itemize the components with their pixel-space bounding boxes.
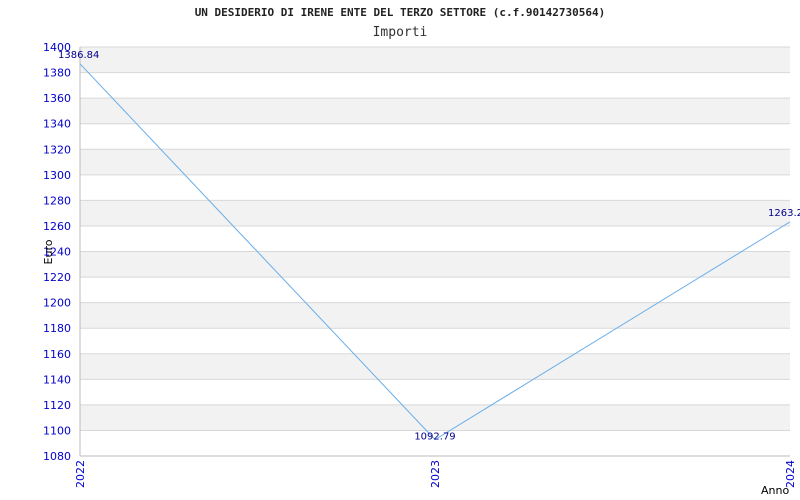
grid-band xyxy=(80,47,790,73)
grid-band xyxy=(80,225,790,252)
grid-band xyxy=(80,200,790,226)
y-tick-label: 1300 xyxy=(43,169,71,182)
y-tick-label: 1220 xyxy=(43,271,71,284)
y-tick-label: 1280 xyxy=(43,194,71,207)
y-tick-label: 1380 xyxy=(43,67,71,80)
y-tick-label: 1120 xyxy=(43,399,71,412)
y-tick-label: 1180 xyxy=(43,322,71,335)
y-tick-label: 1340 xyxy=(43,118,71,131)
y-tick-label: 1320 xyxy=(43,143,71,156)
x-axis-label: Anno xyxy=(761,484,789,497)
y-tick-label: 1140 xyxy=(43,373,71,386)
y-tick-label: 1260 xyxy=(43,220,71,233)
grid-band xyxy=(80,328,790,354)
data-label: 1263.2 xyxy=(768,208,800,219)
grid-band xyxy=(80,123,790,150)
grid-band xyxy=(80,302,790,329)
grid-band xyxy=(80,72,790,99)
y-tick-label: 1360 xyxy=(43,92,71,105)
x-tick-label: 2023 xyxy=(429,460,442,488)
x-tick-label: 2022 xyxy=(74,460,87,488)
data-label: 1092.79 xyxy=(414,432,455,443)
y-tick-label: 1200 xyxy=(43,297,71,310)
grid-band xyxy=(80,251,790,278)
grid-band xyxy=(80,98,790,124)
grid-band xyxy=(80,353,790,380)
grid-band xyxy=(80,149,790,175)
y-tick-label: 1160 xyxy=(43,348,71,361)
line-chart: 1080110011201140116011801200122012401260… xyxy=(42,41,800,497)
grid-band xyxy=(80,379,790,405)
x-axis-ticks: 2022 2023 2024 xyxy=(74,460,797,488)
data-label: 1386.84 xyxy=(58,50,99,61)
y-tick-label: 1100 xyxy=(43,424,71,437)
y-axis-label: Euro xyxy=(42,239,55,264)
grid-band xyxy=(80,174,790,201)
grid-band xyxy=(80,277,790,303)
y-tick-label: 1080 xyxy=(43,450,71,463)
grid-band xyxy=(80,404,790,431)
